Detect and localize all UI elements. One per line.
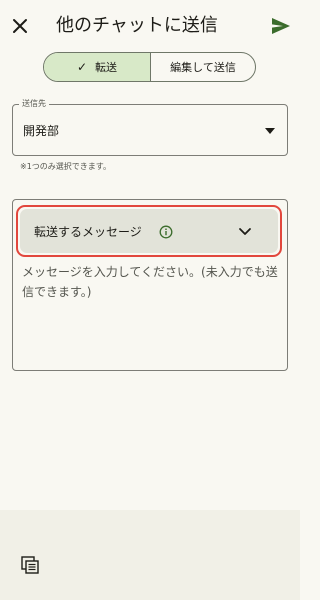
close-icon[interactable] (10, 16, 30, 36)
send-icon[interactable] (270, 15, 292, 37)
message-placeholder: メッセージを入力してください。(未入力でも送信できます。) (22, 265, 278, 299)
forward-segment-label: 転送 (95, 61, 118, 74)
bottom-bar (0, 510, 300, 600)
edit-and-send-segment[interactable]: 編集して送信 (151, 53, 255, 81)
destination-value: 開発部 (23, 124, 60, 138)
copy-stack-icon[interactable] (20, 555, 40, 575)
page-title: 他のチャットに送信 (56, 15, 218, 36)
destination-helper-text: ※1つのみ選択できます。 (20, 162, 111, 171)
send-mode-toggle: ✓ 転送 編集して送信 (43, 52, 256, 82)
top-app-bar: 他のチャットに送信 (0, 0, 300, 52)
check-icon: ✓ (76, 60, 88, 74)
edit-and-send-label: 編集して送信 (170, 61, 236, 74)
destination-label: 送信先 (19, 98, 49, 110)
dropdown-arrow-icon (265, 128, 275, 134)
forwarded-message-label: 転送するメッセージ (34, 225, 142, 239)
chevron-down-icon (239, 228, 251, 235)
forward-segment[interactable]: ✓ 転送 (44, 53, 151, 81)
info-icon[interactable] (159, 225, 173, 239)
forwarded-message-toggle[interactable]: 転送するメッセージ (20, 209, 278, 253)
destination-select[interactable]: 送信先 開発部 (12, 98, 288, 156)
